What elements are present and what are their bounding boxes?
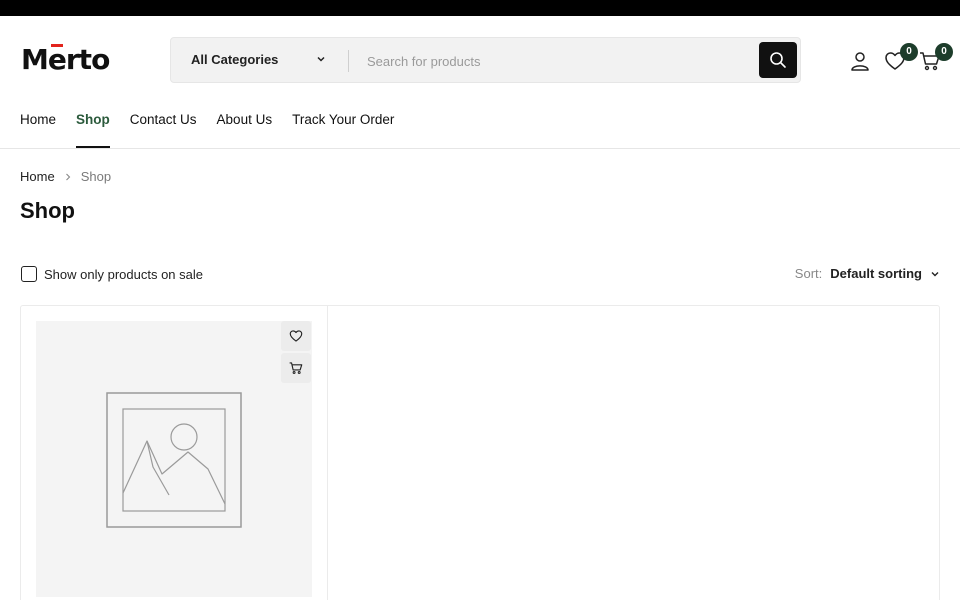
sale-filter-label: Show only products on sale xyxy=(44,266,203,282)
nav-home[interactable]: Home xyxy=(20,104,56,148)
search-button[interactable] xyxy=(759,42,797,78)
grid-column-divider xyxy=(327,306,328,600)
category-select[interactable]: All Categories xyxy=(191,38,278,82)
breadcrumb: Home Shop xyxy=(20,169,111,184)
heart-icon xyxy=(289,330,303,342)
cart-icon xyxy=(289,362,303,374)
sale-filter[interactable]: Show only products on sale xyxy=(21,266,203,282)
add-to-cart-button[interactable] xyxy=(281,353,311,383)
sort-label: Sort: xyxy=(794,266,823,281)
site-logo[interactable]: Merto xyxy=(21,43,110,77)
sort-control[interactable]: Sort: Default sorting xyxy=(795,266,940,281)
chevron-down-icon[interactable] xyxy=(315,53,327,65)
logo-text-start: M xyxy=(21,43,49,76)
cart-count-badge: 0 xyxy=(935,43,953,61)
breadcrumb-home[interactable]: Home xyxy=(20,169,55,184)
wishlist-count-badge: 0 xyxy=(900,43,918,61)
breadcrumb-current: Shop xyxy=(80,169,112,184)
sale-checkbox[interactable] xyxy=(21,266,37,282)
search-divider xyxy=(348,50,349,72)
chevron-right-icon xyxy=(65,173,70,180)
top-bar xyxy=(0,0,960,16)
main-navigation: Home Shop Contact Us About Us Track Your… xyxy=(20,104,414,148)
site-header: Merto All Categories 0 0 xyxy=(0,16,960,104)
page-title: Shop xyxy=(20,198,75,223)
nav-track-order[interactable]: Track Your Order xyxy=(292,104,394,148)
chevron-down-icon[interactable] xyxy=(930,269,940,279)
logo-text-end: rto xyxy=(65,43,110,76)
product-image[interactable] xyxy=(36,321,312,597)
nav-divider xyxy=(0,148,960,149)
logo-text-accent: e xyxy=(47,43,67,76)
add-to-wishlist-button[interactable] xyxy=(281,321,311,351)
nav-contact-us[interactable]: Contact Us xyxy=(130,104,197,148)
sort-value[interactable]: Default sorting xyxy=(830,266,922,281)
account-button[interactable] xyxy=(848,49,872,73)
search-icon xyxy=(770,52,786,68)
product-grid xyxy=(20,305,940,600)
user-icon xyxy=(851,52,869,71)
search-bar: All Categories xyxy=(170,37,801,83)
search-input[interactable] xyxy=(367,48,747,74)
image-placeholder-icon xyxy=(106,392,242,528)
nav-about-us[interactable]: About Us xyxy=(217,104,273,148)
nav-shop[interactable]: Shop xyxy=(76,104,110,148)
